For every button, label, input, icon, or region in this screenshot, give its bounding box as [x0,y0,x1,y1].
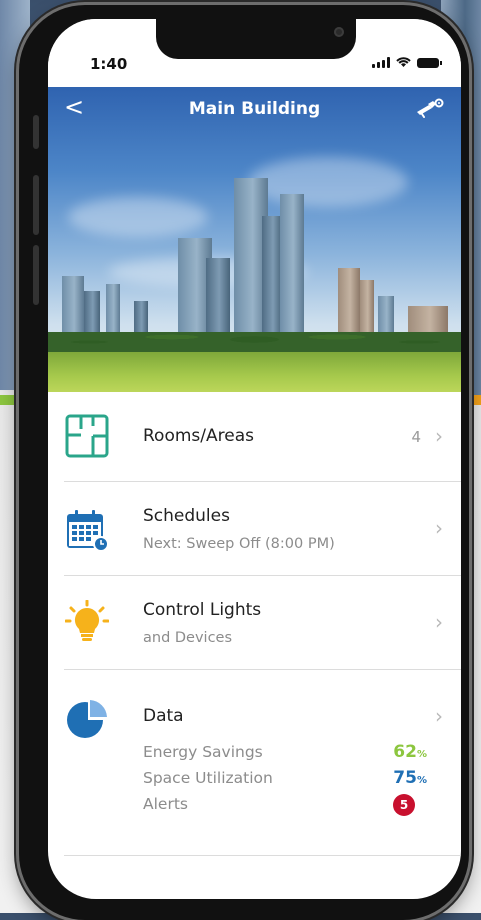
chevron-right-icon: › [435,610,443,634]
chevron-right-icon: › [435,516,443,540]
chevron-right-icon: › [435,424,443,448]
schedules-label: Schedules [143,506,230,526]
schedules-row[interactable]: Schedules Next: Sweep Off (8:00 PM) › [48,482,461,576]
alerts-label: Alerts [143,795,188,813]
divider [64,855,461,856]
rooms-areas-label: Rooms/Areas [143,426,254,446]
page-title: Main Building [188,99,321,119]
space-utilization-value: 75% [393,768,427,788]
lawn [48,352,461,392]
app-screen: 1:40 < Main Building Rooms/Areas 4 › Sch… [48,19,461,899]
status-icons [372,57,442,68]
rooms-areas-row[interactable]: Rooms/Areas 4 › [48,392,461,482]
volume-up-button [33,175,39,235]
calendar-icon [67,510,109,552]
rooms-count: 4 [411,428,421,446]
building-hero-image [48,87,461,392]
notch [156,19,356,59]
energy-savings-label: Energy Savings [143,743,263,761]
phone-frame: 1:40 < Main Building Rooms/Areas 4 › Sch… [19,5,469,920]
alerts-badge[interactable]: 5 [393,794,415,816]
control-lights-row[interactable]: Control Lights and Devices › [48,576,461,670]
status-time: 1:40 [90,55,128,73]
energy-savings-value: 62% [393,742,427,762]
menu-list: Rooms/Areas 4 › Schedules Next: Sweep Of… [48,392,461,856]
control-lights-sub: and Devices [143,630,233,646]
status-bar: 1:40 [48,19,461,87]
device-settings-icon[interactable] [415,96,445,118]
schedules-next: Next: Sweep Off (8:00 PM) [143,536,335,552]
pie-chart-icon [67,700,107,738]
camera-icon [334,27,344,37]
wifi-icon [396,57,411,67]
data-row[interactable]: Data › Energy Savings 62% Space Utilizat… [48,670,461,856]
lightbulb-icon [65,600,109,641]
mute-switch [33,115,39,149]
battery-icon [417,57,442,68]
nav-bar: < Main Building [48,87,461,131]
signal-icon [372,57,390,68]
volume-down-button [33,245,39,305]
data-label: Data [143,706,184,726]
floor-plan-icon [65,414,109,458]
control-lights-label: Control Lights [143,600,262,620]
space-utilization-label: Space Utilization [143,769,273,787]
chevron-right-icon: › [435,704,443,728]
